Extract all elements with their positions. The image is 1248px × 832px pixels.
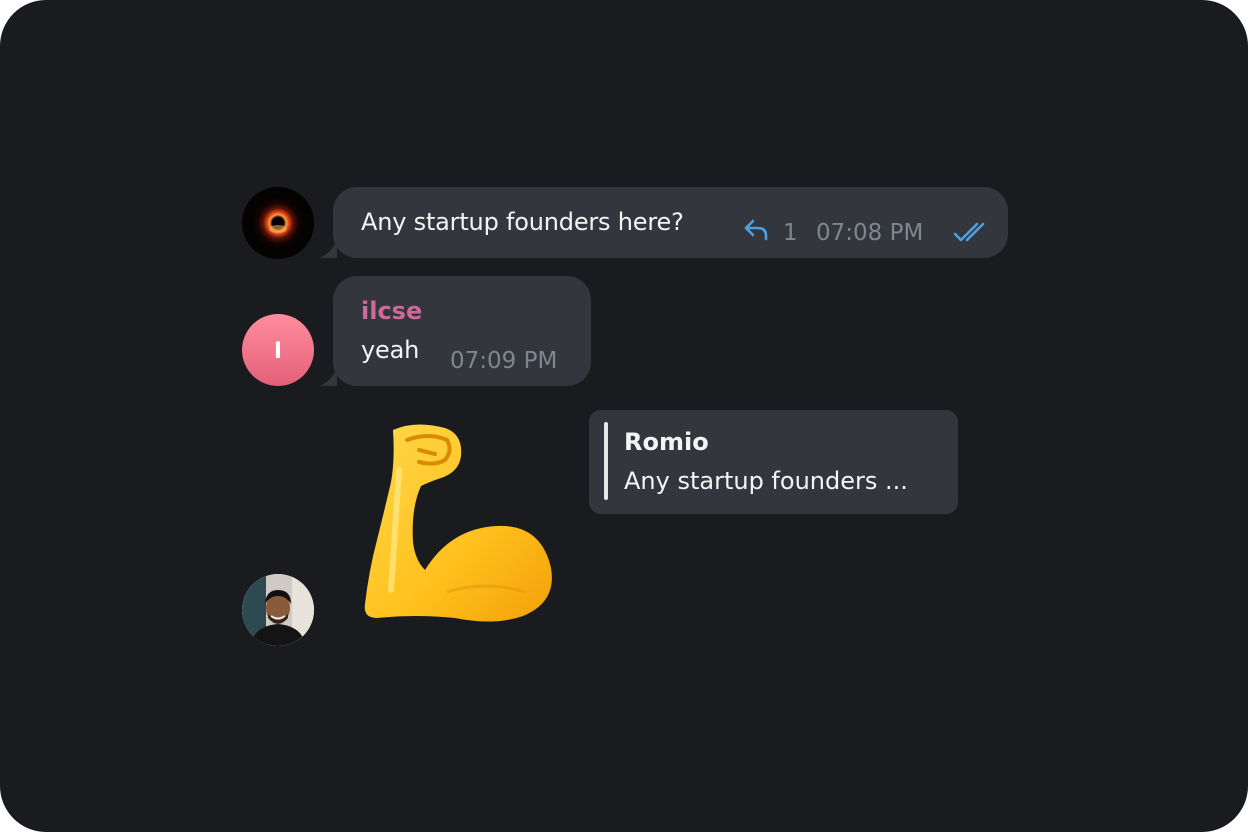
avatar-initial: I	[273, 339, 283, 364]
sender-name[interactable]: ilcse	[361, 297, 422, 325]
message-time: 07:09 PM	[450, 348, 558, 374]
black-hole-avatar[interactable]	[242, 187, 314, 259]
flexed-biceps-sticker[interactable]	[355, 420, 555, 625]
user-initial-avatar[interactable]: I	[242, 314, 314, 386]
reply-arrow-icon[interactable]	[742, 217, 770, 241]
reply-preview-card[interactable]: Romio Any startup founders ...	[589, 410, 958, 514]
double-check-icon	[952, 220, 992, 244]
reply-preview-text: Any startup founders ...	[624, 467, 908, 495]
person-photo-avatar[interactable]	[242, 574, 314, 646]
chat-window: Any startup founders here? 1 07:08 PM I …	[0, 0, 1248, 832]
message-time: 07:08 PM	[816, 220, 924, 246]
message-text: Any startup founders here?	[361, 208, 684, 236]
message-bubble[interactable]: Any startup founders here? 1 07:08 PM	[333, 187, 1008, 258]
reply-sender-name: Romio	[624, 428, 709, 456]
message-bubble[interactable]: ilcse yeah 07:09 PM	[333, 276, 591, 386]
reply-quote-bar	[604, 422, 608, 500]
message-text: yeah	[361, 336, 420, 364]
reply-count[interactable]: 1	[783, 220, 798, 246]
